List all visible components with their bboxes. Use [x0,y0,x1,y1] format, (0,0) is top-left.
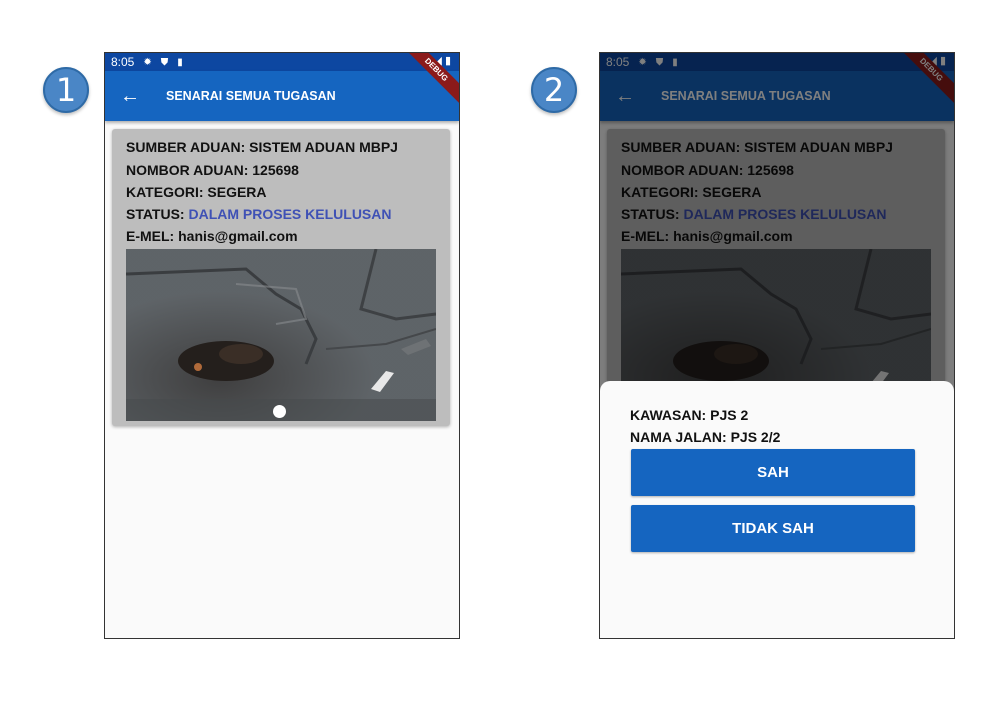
arrow-back-icon[interactable]: ← [120,85,144,108]
sd-card-icon: ▮ [177,56,183,68]
shield-icon: ⛊ [160,56,169,68]
status-bar: 8:05 ✹ ⛊ ▮ ▼ ◢ ▮ [105,53,459,71]
status-time: 8:05 [111,55,135,69]
pothole-photo[interactable] [126,249,436,421]
street-name-label: NAMA JALAN: PJS 2/2 [630,429,781,445]
app-bar: ← SENARAI SEMUA TUGASAN [105,71,459,121]
gear-icon: ✹ [143,56,152,68]
step-badge-2: 2 [531,67,577,113]
phone-screen-verify: 8:05 ✹ ⛊ ▮ ▼ ◢ ▮ ← SENARAI SEMUA TUGASAN… [599,52,955,639]
verification-bottom-sheet: KAWASAN: PJS 2 NAMA JALAN: PJS 2/2 SAH T… [600,381,954,638]
complaint-source: SUMBER ADUAN: SISTEM ADUAN MBPJ [126,139,398,155]
phone-screen-list: 8:05 ✹ ⛊ ▮ ▼ ◢ ▮ ← SENARAI SEMUA TUGASAN… [104,52,460,639]
complaint-email: E-MEL: hanis@gmail.com [126,228,298,244]
carousel-indicator[interactable] [273,405,286,418]
complaint-category: KATEGORI: SEGERA [126,184,267,200]
step-badge-1: 1 [43,67,89,113]
area-label: KAWASAN: PJS 2 [630,407,749,423]
complaint-card[interactable]: SUMBER ADUAN: SISTEM ADUAN MBPJ NOMBOR A… [112,129,450,426]
complaint-status: STATUS: DALAM PROSES KELULUSAN [126,206,392,222]
complaint-number: NOMBOR ADUAN: 125698 [126,162,299,178]
battery-icon: ▮ [444,55,451,67]
sah-button[interactable]: SAH [631,449,915,496]
status-value: DALAM PROSES KELULUSAN [188,206,392,222]
status-label: STATUS: [126,206,189,222]
page-title: SENARAI SEMUA TUGASAN [166,89,336,103]
tidak-sah-button[interactable]: TIDAK SAH [631,505,915,552]
